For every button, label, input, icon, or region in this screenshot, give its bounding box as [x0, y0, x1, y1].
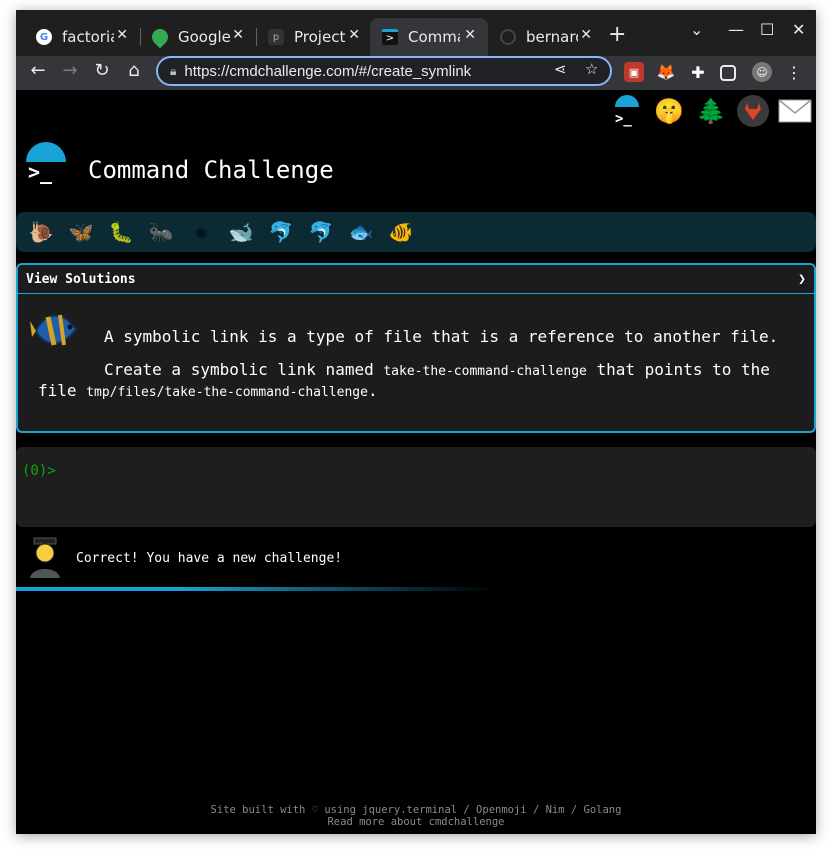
- link-name-code: take-the-command-challenge: [383, 364, 587, 379]
- butterfly-icon[interactable]: 🦋: [64, 217, 98, 247]
- challenge-task: Create a symbolic link named take-the-co…: [38, 360, 798, 402]
- view-solutions-toggle[interactable]: View Solutions ❯: [18, 265, 814, 294]
- read-more-link[interactable]: Read more about cmdchallenge: [16, 816, 816, 828]
- tab-title: Comma: [408, 28, 460, 46]
- footer-credits: Site built with ♡ using jquery.terminal …: [210, 804, 622, 816]
- dolphin-icon[interactable]: 🐬: [304, 217, 338, 247]
- share-icon[interactable]: ⋖: [554, 60, 567, 78]
- tab-google[interactable]: Google ✕: [140, 18, 256, 56]
- lock-icon[interactable]: 🔒︎: [170, 64, 176, 79]
- task-text: Create a symbolic link named: [104, 360, 384, 379]
- tab-command-challenge[interactable]: > Comma ✕: [370, 18, 488, 56]
- terminal-prompt-line[interactable]: (0)>: [22, 463, 56, 479]
- tab-project[interactable]: p Project ✕: [256, 18, 372, 56]
- challenge-progress-animals: 🐌 🦋 🐛 🐜 ✺ 🐋 🐬 🐬 🐟 🐠: [16, 212, 816, 252]
- target-path-code: tmp/files/take-the-command-challenge: [86, 385, 368, 400]
- view-solutions-label: View Solutions: [26, 271, 136, 287]
- task-text: .: [367, 381, 378, 400]
- tab-bernard[interactable]: bernard ✕: [488, 18, 604, 56]
- tab-strip: G factoria ✕ Google ✕ p Project ✕ > Comm…: [16, 10, 816, 56]
- reload-button[interactable]: ↻: [90, 60, 114, 81]
- challenge-description: A symbolic link is a type of file that i…: [104, 327, 779, 346]
- close-tab-icon[interactable]: ✕: [580, 27, 592, 43]
- home-button[interactable]: ⌂: [122, 60, 146, 81]
- new-tab-button[interactable]: +: [608, 22, 626, 47]
- site-footer: Site built with ♡ using jquery.terminal …: [16, 804, 816, 828]
- profile-avatar-icon[interactable]: ☺: [752, 62, 772, 82]
- page-title: Command Challenge: [88, 156, 334, 184]
- tropical-fish-icon[interactable]: 🐠: [384, 217, 418, 247]
- svg-text:>_: >_: [615, 111, 632, 127]
- mail-icon[interactable]: [778, 94, 812, 128]
- top-icon-row: >_ 🤫 🌲: [610, 94, 812, 128]
- attempt-count: (0): [22, 463, 48, 479]
- site-logo: >_: [26, 142, 68, 184]
- shushing-face-icon[interactable]: 🤫: [652, 94, 686, 128]
- extension-red-icon[interactable]: ▣: [624, 62, 644, 82]
- bookmark-star-icon[interactable]: ☆: [585, 60, 598, 78]
- metamask-fox-icon[interactable]: 🦊: [656, 62, 676, 82]
- google-icon: G: [36, 29, 52, 45]
- url-text[interactable]: https://cmdchallenge.com/#/create_symlin…: [184, 63, 471, 80]
- side-panel-icon[interactable]: [720, 65, 736, 81]
- project-icon: p: [268, 29, 284, 45]
- close-window-button[interactable]: ✕: [792, 20, 805, 39]
- result-area: Correct! You have a new challenge!: [16, 530, 816, 590]
- challenge-panel: View Solutions ❯ A symbolic link is a ty…: [16, 263, 816, 433]
- menu-dots-icon[interactable]: ⋮: [784, 62, 804, 82]
- tropical-fish-icon: [30, 307, 82, 353]
- browser-toolbar: ← → ↻ ⌂ 🔒︎ https://cmdchallenge.com/#/cr…: [16, 56, 816, 90]
- tab-title: Google: [178, 28, 230, 46]
- page-content: >_ 🤫 🌲 >_ Command Challenge 🐌 🦋 🐛 🐜 ✺ 🐋 …: [16, 90, 816, 834]
- logo-prompt-icon: >_: [28, 160, 53, 184]
- virus-icon[interactable]: ✺: [184, 217, 218, 247]
- chevron-right-icon: ❯: [798, 271, 806, 287]
- result-message: Correct! You have a new challenge!: [76, 551, 343, 566]
- prompt-symbol: >: [47, 463, 56, 479]
- maps-icon: [148, 25, 172, 49]
- maximize-button[interactable]: ☐: [760, 20, 774, 39]
- graduate-avatar-icon: [28, 536, 62, 578]
- browser-window: G factoria ✕ Google ✕ p Project ✕ > Comm…: [16, 10, 816, 834]
- github-icon: [500, 29, 516, 45]
- ant-icon[interactable]: 🐜: [144, 217, 178, 247]
- tab-title: bernard: [526, 28, 578, 46]
- close-tab-icon[interactable]: ✕: [116, 27, 128, 43]
- dolphin-icon[interactable]: 🐬: [264, 217, 298, 247]
- close-tab-icon[interactable]: ✕: [232, 27, 244, 43]
- logo-dome: [26, 142, 66, 162]
- terminal-input[interactable]: (0)>: [16, 447, 816, 527]
- tab-search-icon[interactable]: ⌄: [690, 20, 703, 39]
- terminal-icon: >: [382, 29, 398, 45]
- minimize-button[interactable]: —: [728, 20, 744, 39]
- address-bar[interactable]: 🔒︎ https://cmdchallenge.com/#/create_sym…: [156, 56, 612, 86]
- progress-bar: [16, 587, 816, 591]
- extensions-puzzle-icon[interactable]: ✚: [688, 62, 708, 82]
- fish-icon[interactable]: 🐟: [344, 217, 378, 247]
- caterpillar-icon[interactable]: 🐛: [104, 217, 138, 247]
- gitlab-icon[interactable]: [736, 94, 770, 128]
- terminal-logo-icon[interactable]: >_: [610, 94, 644, 128]
- back-button[interactable]: ←: [26, 60, 50, 81]
- tab-title: factoria: [62, 28, 114, 46]
- close-tab-icon[interactable]: ✕: [348, 27, 360, 43]
- close-tab-icon[interactable]: ✕: [464, 27, 476, 43]
- tab-title: Project: [294, 28, 346, 46]
- tree-icon[interactable]: 🌲: [694, 94, 728, 128]
- tab-factoria[interactable]: G factoria ✕: [24, 18, 140, 56]
- snail-icon[interactable]: 🐌: [24, 217, 58, 247]
- forward-button[interactable]: →: [58, 60, 82, 81]
- whale-icon[interactable]: 🐋: [224, 217, 258, 247]
